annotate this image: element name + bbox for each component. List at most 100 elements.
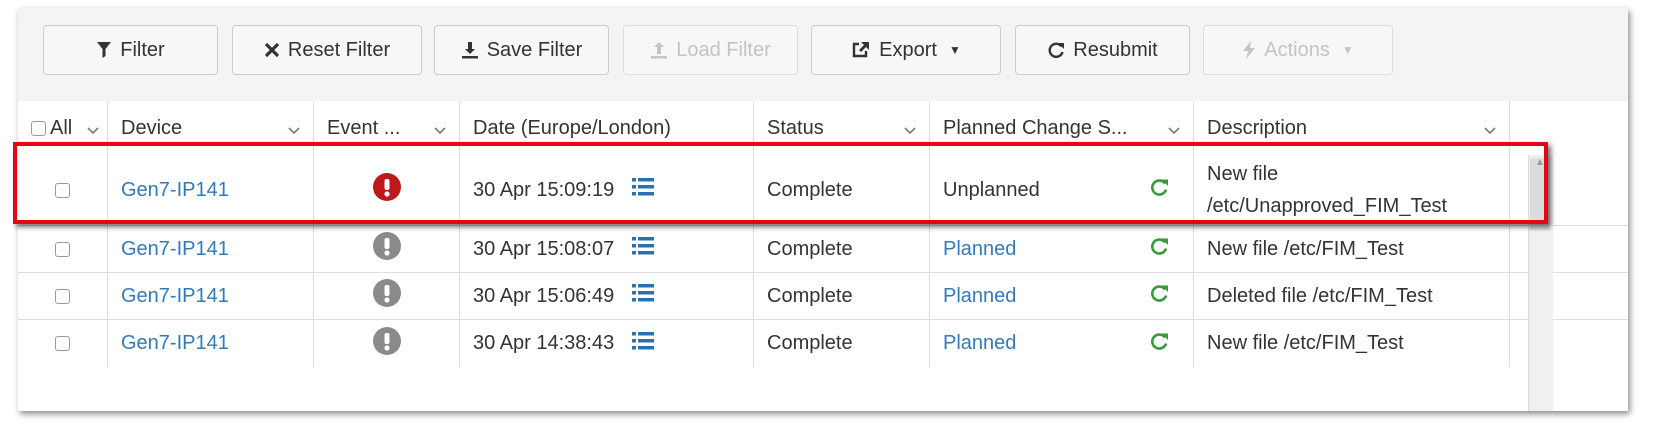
resubmit-label: Resubmit	[1073, 38, 1158, 61]
row-select-cell	[18, 226, 108, 272]
reset-filter-label: Reset Filter	[287, 38, 391, 61]
event-cell	[314, 155, 460, 225]
table-row[interactable]: Gen7-IP141 30 Apr 15:06:49 Complete Plan…	[18, 273, 1628, 320]
load-filter-label: Load Filter	[676, 38, 771, 61]
planned-change-cell: Planned	[930, 320, 1194, 367]
filter-label: Filter	[120, 38, 165, 61]
planned-change-cell: Planned	[930, 273, 1194, 319]
scrollbar-thumb[interactable]	[1530, 158, 1550, 230]
table-row[interactable]: Gen7-IP141 30 Apr 14:38:43 Complete Plan…	[18, 320, 1628, 367]
row-checkbox[interactable]	[55, 182, 70, 198]
device-column-header[interactable]: Device	[108, 101, 314, 155]
planned-change-cell: Planned	[930, 226, 1194, 272]
description-text: New file /etc/FIM_Test	[1207, 332, 1404, 354]
caret-down-icon: ▼	[948, 43, 961, 57]
description-cell: New file /etc/FIM_Test	[1194, 226, 1510, 272]
table-row[interactable]: Gen7-IP141 30 Apr 15:08:07 Complete Plan…	[18, 226, 1628, 273]
select-all-checkbox[interactable]	[31, 120, 46, 136]
funnel-icon	[96, 41, 112, 59]
date-cell: 30 Apr 15:09:19	[460, 155, 754, 225]
device-link[interactable]: Gen7-IP141	[108, 238, 229, 261]
chevron-down-icon[interactable]	[288, 118, 300, 141]
planned-link[interactable]: Planned	[930, 285, 1016, 308]
date-text: 30 Apr 15:08:07	[473, 237, 615, 260]
status-text: Complete	[767, 332, 853, 354]
select-all-column-header[interactable]: All	[18, 101, 108, 155]
date-column-header[interactable]: Date (Europe/London)	[460, 101, 754, 155]
planned-change-column-header[interactable]: Planned Change S...	[930, 101, 1194, 155]
reset-filter-button[interactable]: Reset Filter	[232, 25, 422, 75]
date-cell: 30 Apr 15:08:07	[460, 226, 754, 272]
planned-link[interactable]: Planned	[930, 238, 1016, 261]
planned-link[interactable]: Planned	[930, 332, 1016, 355]
save-filter-button[interactable]: Save Filter	[434, 25, 609, 75]
event-cell	[314, 320, 460, 367]
date-text: 30 Apr 15:09:19	[473, 178, 615, 201]
device-link[interactable]: Gen7-IP141	[108, 285, 229, 308]
list-icon[interactable]	[632, 283, 655, 309]
status-text: Complete	[767, 284, 853, 307]
toolbar: Filter Reset Filter Save Filter Load Fil…	[18, 8, 1628, 102]
grid-header: All Device Event ... Date (Europe/London…	[18, 101, 1628, 156]
date-cell: 30 Apr 15:06:49	[460, 273, 754, 319]
event-cell	[314, 273, 460, 319]
refresh-icon[interactable]	[1149, 283, 1169, 309]
alert-circle-icon[interactable]	[372, 232, 401, 266]
event-column-header[interactable]: Event ...	[314, 101, 460, 155]
share-icon	[851, 41, 871, 59]
download-icon	[461, 41, 479, 59]
row-checkbox[interactable]	[55, 241, 70, 257]
status-header-label: Status	[767, 116, 824, 139]
export-label: Export	[879, 38, 937, 61]
description-cell: New file /etc/FIM_Test	[1194, 320, 1510, 367]
refresh-icon	[1047, 41, 1065, 59]
row-checkbox[interactable]	[55, 336, 70, 351]
alert-circle-icon[interactable]	[372, 279, 401, 313]
resubmit-button[interactable]: Resubmit	[1015, 25, 1190, 75]
date-text: 30 Apr 15:06:49	[473, 284, 615, 307]
refresh-icon[interactable]	[1149, 331, 1169, 357]
save-filter-label: Save Filter	[486, 38, 583, 61]
close-icon	[264, 42, 280, 58]
chevron-down-icon[interactable]	[1484, 118, 1496, 141]
upload-icon	[650, 41, 668, 59]
status-cell: Complete	[754, 320, 930, 367]
chevron-down-icon[interactable]	[904, 118, 916, 141]
chevron-down-icon[interactable]	[1168, 118, 1180, 141]
row-checkbox[interactable]	[55, 288, 70, 304]
chevron-down-icon[interactable]	[87, 118, 99, 141]
chevron-down-icon[interactable]	[434, 118, 446, 141]
device-link[interactable]: Gen7-IP141	[108, 179, 229, 202]
list-icon[interactable]	[632, 236, 655, 262]
device-link[interactable]: Gen7-IP141	[108, 332, 229, 355]
row-select-cell	[18, 273, 108, 319]
planned-header-label: Planned Change S...	[943, 116, 1128, 139]
caret-down-icon: ▼	[1341, 43, 1354, 57]
status-cell: Complete	[754, 226, 930, 272]
description-line: New file	[1207, 163, 1279, 185]
filter-button[interactable]: Filter	[43, 25, 218, 75]
alert-circle-icon[interactable]	[372, 326, 401, 361]
alert-circle-icon[interactable]	[372, 173, 401, 207]
status-text: Complete	[767, 178, 853, 201]
refresh-icon[interactable]	[1149, 177, 1169, 203]
list-icon[interactable]	[632, 331, 655, 357]
list-icon[interactable]	[632, 177, 655, 203]
event-header-label: Event ...	[327, 116, 401, 139]
description-header-label: Description	[1207, 116, 1308, 139]
table-row[interactable]: Gen7-IP141 30 Apr 15:09:19 Complete Unpl…	[18, 155, 1628, 226]
device-header-label: Device	[121, 116, 183, 139]
description-text: New file /etc/FIM_Test	[1207, 237, 1404, 260]
description-text: Deleted file /etc/FIM_Test	[1207, 284, 1433, 307]
status-column-header[interactable]: Status	[754, 101, 930, 155]
status-cell: Complete	[754, 273, 930, 319]
refresh-icon[interactable]	[1149, 236, 1169, 262]
export-button[interactable]: Export ▼	[811, 25, 1001, 75]
planned-text: Unplanned	[943, 178, 1040, 201]
planned-change-cell: Unplanned	[930, 155, 1194, 225]
actions-button[interactable]: Actions ▼	[1203, 25, 1393, 75]
description-column-header[interactable]: Description	[1194, 101, 1510, 155]
scroll-up-arrow-icon[interactable]: ▲	[1531, 158, 1549, 168]
load-filter-button[interactable]: Load Filter	[623, 25, 798, 75]
date-cell: 30 Apr 14:38:43	[460, 320, 754, 367]
